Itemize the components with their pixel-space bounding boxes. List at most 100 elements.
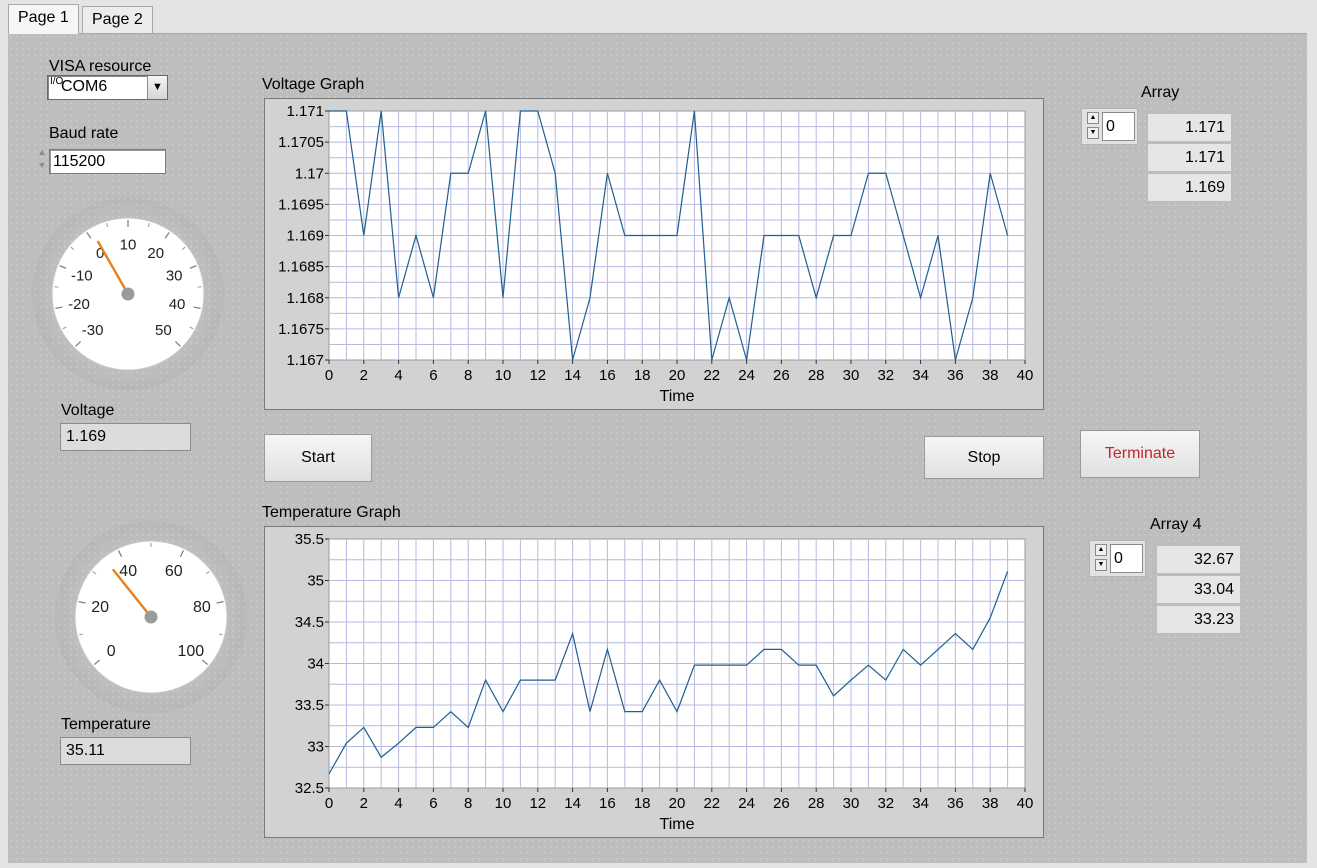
gauge-tick-label: 10 — [120, 236, 137, 253]
y-tick-label: 1.168 — [286, 290, 324, 307]
visa-resource-combo[interactable]: I/O COM6 ▼ — [47, 75, 168, 100]
temperature-graph-title: Temperature Graph — [262, 504, 401, 521]
x-tick-label: 4 — [394, 795, 402, 812]
x-tick-label: 20 — [669, 795, 686, 812]
x-tick-label: 38 — [982, 367, 999, 384]
x-tick-label: 40 — [1017, 795, 1034, 812]
voltage-graph: 0 2 4 6 8 10 12 14 16 18 20 22 24 26 28 30 32 34 36 38 40 1.1… — [264, 98, 1044, 410]
gauge-tick-label: 40 — [119, 563, 137, 580]
baud-rate-increment-icon[interactable]: ▲ ▼ — [36, 146, 48, 176]
x-tick-label: 12 — [529, 795, 546, 812]
voltage-gauge: -30-20-100 10 20304050 — [51, 217, 205, 371]
x-tick-label: 32 — [877, 367, 894, 384]
y-tick-label: 1.167 — [286, 352, 324, 369]
gauge-tick-label: 0 — [107, 643, 116, 660]
gauge-tick-label: -20 — [68, 296, 90, 313]
x-tick-label: 0 — [325, 367, 333, 384]
x-tick-label: 28 — [808, 795, 825, 812]
y-tick-label: 1.1675 — [278, 321, 324, 338]
start-button[interactable]: Start — [264, 434, 372, 482]
voltage-indicator: 1.169 — [60, 423, 191, 451]
gauge-hub — [144, 610, 158, 624]
tab-page-2[interactable]: Page 2 — [82, 6, 153, 33]
x-tick-label: 30 — [843, 795, 860, 812]
y-tick-label: 33 — [307, 739, 324, 756]
x-axis-label: Time — [660, 816, 695, 833]
y-tick-label: 1.169 — [286, 228, 324, 245]
gauge-tick-label: 40 — [169, 296, 186, 313]
y-tick-label: 1.1705 — [278, 134, 324, 151]
temperature-graph: 0 2 4 6 8 10 12 14 16 18 20 22 24 26 28 30 32 34 36 38 40 35.… — [264, 526, 1044, 838]
y-tick-label: 32.5 — [295, 780, 324, 797]
x-tick-label: 8 — [464, 367, 472, 384]
array-4-element: 32.67 — [1156, 545, 1241, 574]
terminate-button[interactable]: Terminate — [1080, 430, 1200, 478]
array-label: Array — [1141, 84, 1180, 101]
gauge-tick-label: 60 — [165, 563, 183, 580]
array-4-element: 33.04 — [1156, 575, 1241, 604]
x-tick-label: 18 — [634, 367, 651, 384]
array-4-label: Array 4 — [1150, 516, 1202, 533]
x-tick-label: 24 — [738, 367, 755, 384]
gauge-tick-label: 20 — [91, 599, 109, 616]
x-tick-label: 22 — [703, 367, 720, 384]
x-tick-label: 36 — [947, 795, 964, 812]
x-tick-label: 6 — [429, 795, 437, 812]
x-tick-label: 10 — [495, 795, 512, 812]
x-tick-label: 40 — [1017, 367, 1034, 384]
array-4-index-control[interactable]: ▲ ▼ 0 — [1089, 540, 1146, 577]
temperature-graph-plot: 0 2 4 6 8 10 12 14 16 18 20 22 24 26 28 30 32 34 36 38 4035.… — [295, 531, 1034, 833]
array-element: 1.171 — [1147, 143, 1232, 172]
x-tick-label: 18 — [634, 795, 651, 812]
y-tick-label: 35.5 — [295, 531, 324, 548]
array-4-index-input[interactable]: 0 — [1110, 544, 1143, 573]
x-tick-label: 38 — [982, 795, 999, 812]
y-tick-label: 35 — [307, 573, 324, 590]
x-tick-label: 0 — [325, 795, 333, 812]
y-tick-label: 1.1695 — [278, 196, 324, 213]
x-tick-label: 2 — [360, 795, 368, 812]
x-tick-label: 28 — [808, 367, 825, 384]
y-tick-label: 34.5 — [295, 614, 324, 631]
index-down-icon[interactable]: ▼ — [1087, 127, 1099, 139]
gauge-tick-label: 80 — [193, 599, 211, 616]
x-tick-label: 14 — [564, 367, 581, 384]
index-down-icon[interactable]: ▼ — [1095, 559, 1107, 571]
gauge-tick-label: 100 — [177, 643, 204, 660]
gauge-tick-label: 20 — [147, 245, 164, 262]
stop-button[interactable]: Stop — [924, 436, 1044, 479]
x-tick-label: 16 — [599, 795, 616, 812]
y-tick-label: 33.5 — [295, 697, 324, 714]
array-index-control[interactable]: ▲ ▼ 0 — [1081, 108, 1138, 145]
x-tick-label: 14 — [564, 795, 581, 812]
x-tick-label: 24 — [738, 795, 755, 812]
array-element: 1.169 — [1147, 173, 1232, 202]
x-tick-label: 20 — [669, 367, 686, 384]
visa-io-icon: I/O — [50, 76, 64, 87]
temperature-indicator: 35.11 — [60, 737, 191, 765]
index-up-icon[interactable]: ▲ — [1087, 112, 1099, 124]
x-tick-label: 10 — [495, 367, 512, 384]
x-tick-label: 4 — [394, 367, 402, 384]
voltage-graph-plot: 0 2 4 6 8 10 12 14 16 18 20 22 24 26 28 30 32 34 36 38 401.1… — [278, 103, 1034, 405]
y-tick-label: 1.1685 — [278, 259, 324, 276]
dropdown-arrow-icon[interactable]: ▼ — [147, 76, 167, 99]
gauge-tick-label: 30 — [166, 267, 183, 284]
temperature-gauge: 0 20 40 60 80 100 — [74, 540, 228, 694]
x-tick-label: 2 — [360, 367, 368, 384]
x-tick-label: 16 — [599, 367, 616, 384]
baud-rate-input[interactable]: 115200 — [49, 149, 166, 174]
gauge-tick-label: 50 — [155, 322, 172, 339]
x-tick-label: 32 — [877, 795, 894, 812]
visa-resource-label: VISA resource — [49, 58, 152, 75]
array-element: 1.171 — [1147, 113, 1232, 142]
x-tick-label: 12 — [529, 367, 546, 384]
x-axis-label: Time — [660, 388, 695, 405]
gauge-hub — [121, 287, 135, 301]
tab-page-1[interactable]: Page 1 — [8, 4, 79, 34]
array-index-input[interactable]: 0 — [1102, 112, 1135, 141]
y-tick-label: 1.17 — [295, 165, 324, 182]
index-up-icon[interactable]: ▲ — [1095, 544, 1107, 556]
x-tick-label: 26 — [773, 367, 790, 384]
array-4-element: 33.23 — [1156, 605, 1241, 634]
